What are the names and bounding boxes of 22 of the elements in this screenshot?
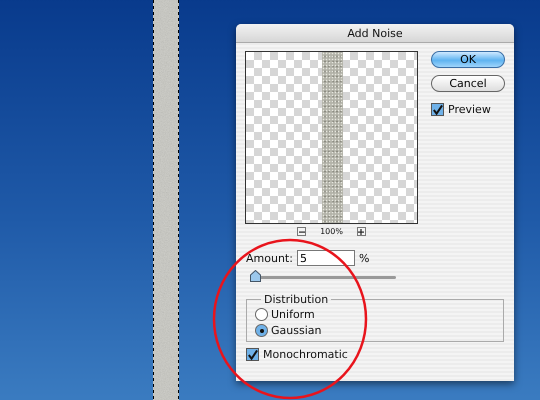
- radio-label: Gaussian: [271, 324, 322, 337]
- amount-label: Amount:: [246, 252, 293, 264]
- amount-field[interactable]: 5: [296, 250, 355, 266]
- radio-label: Uniform: [271, 308, 315, 321]
- amount-slider[interactable]: [248, 270, 398, 283]
- group-legend: Distribution: [261, 293, 332, 306]
- radio-button[interactable]: [255, 308, 268, 321]
- zoom-out-button[interactable]: [297, 227, 306, 236]
- plus-icon: [358, 228, 364, 234]
- checkbox[interactable]: [431, 103, 444, 116]
- checkbox-label: Preview: [448, 103, 491, 116]
- checkbox-label: Monochromatic: [263, 348, 348, 361]
- radio-button[interactable]: [255, 324, 268, 337]
- zoom-in-button[interactable]: [356, 227, 366, 236]
- slider-thumb[interactable]: [250, 270, 260, 282]
- minus-icon: [298, 228, 305, 234]
- dialog-button[interactable]: Cancel: [431, 75, 505, 92]
- window-title: Add Noise: [347, 26, 403, 40]
- unit-label: %: [358, 252, 370, 264]
- dialog-button[interactable]: OK: [431, 51, 505, 68]
- zoom-level: 100%: [320, 227, 343, 236]
- checkbox[interactable]: [246, 348, 259, 361]
